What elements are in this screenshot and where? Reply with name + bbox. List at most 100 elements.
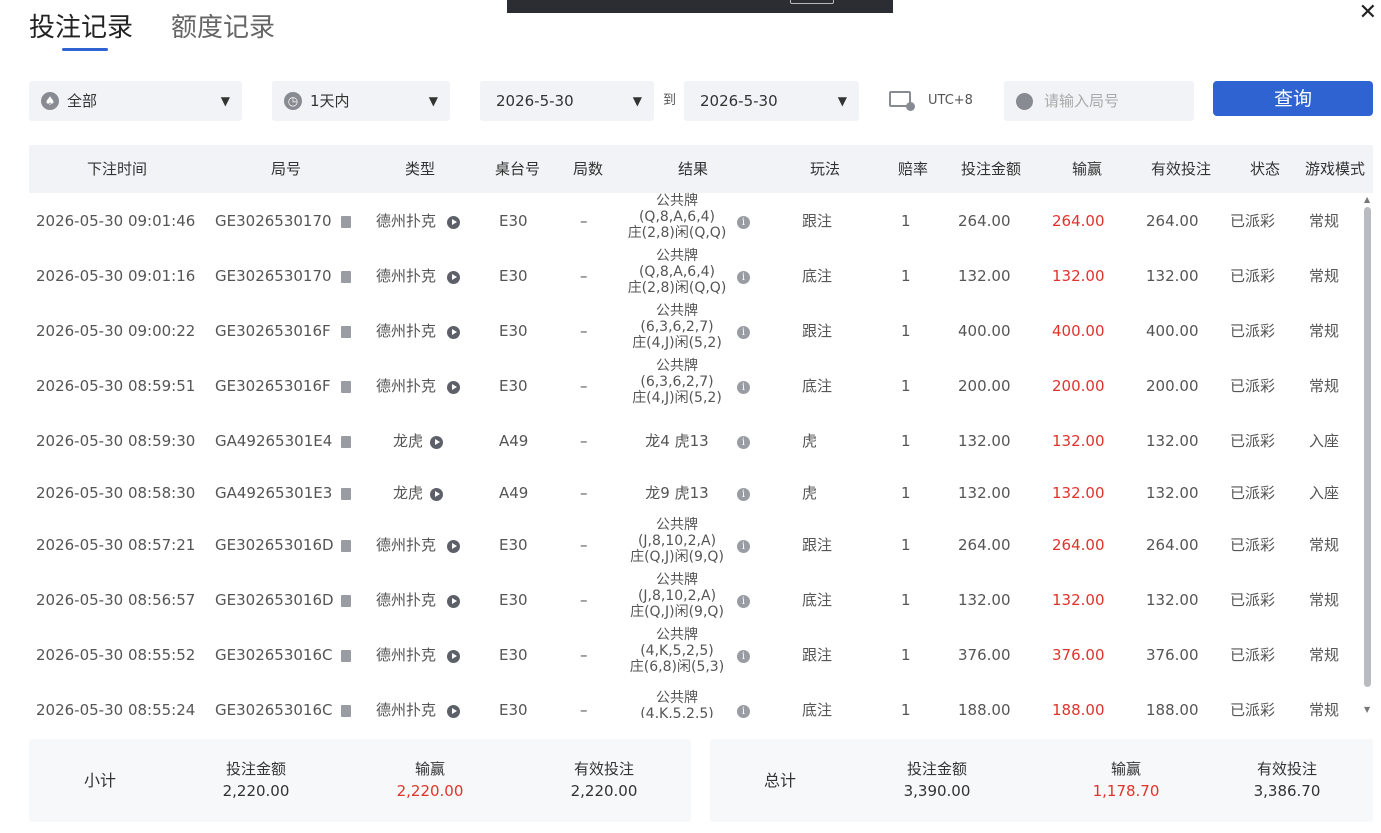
chevron-down-icon: ▼ xyxy=(632,94,642,108)
play-icon[interactable] xyxy=(430,435,443,449)
bet-time: 2026-05-30 08:58:30 xyxy=(36,483,196,502)
bet-time: 2026-05-30 09:00:22 xyxy=(36,321,196,340)
odds: 1 xyxy=(901,590,911,609)
time-range-select[interactable]: ◷ 1天内 ▼ xyxy=(272,81,450,121)
valid-bet: 264.00 xyxy=(1146,535,1199,554)
scroll-thumb[interactable] xyxy=(1364,207,1371,687)
scroll-up-icon[interactable]: ▲ xyxy=(1364,195,1370,204)
play-icon[interactable] xyxy=(447,649,460,663)
bet-status: 已派彩 xyxy=(1230,376,1276,395)
info-icon[interactable]: i xyxy=(737,435,750,449)
subtotal-win-value: 2,220.00 xyxy=(396,782,464,800)
game-type: 德州扑克 xyxy=(376,266,437,285)
round-count: – xyxy=(580,590,588,609)
info-icon[interactable]: i xyxy=(737,704,750,718)
date-from-select[interactable]: 2026-5-30 ▼ xyxy=(480,81,654,121)
copy-icon[interactable] xyxy=(341,594,351,607)
table-row: 2026-05-30 09:01:16 GE3026530170 德州扑克 E30– 公… xyxy=(29,248,1373,303)
copy-icon[interactable] xyxy=(341,215,351,228)
timezone-label: UTC+8 xyxy=(928,93,973,108)
win-loss: 376.00 xyxy=(1052,645,1105,664)
round-result-line: (6,3,6,2,7) xyxy=(640,318,714,335)
round-result-line: (J,8,10,2,A) xyxy=(637,587,717,604)
subtotal-valid-label: 有效投注 xyxy=(573,760,634,778)
play-icon[interactable] xyxy=(447,594,460,608)
col-status: 状态 xyxy=(1250,160,1281,178)
round-result-line: (Q,8,A,6,4) xyxy=(638,208,716,225)
round-number: GE302653016D xyxy=(215,590,334,609)
info-icon[interactable]: i xyxy=(737,380,750,394)
scroll-down-icon[interactable]: ▼ xyxy=(1364,705,1370,714)
copy-icon[interactable] xyxy=(341,380,351,393)
date-from-value: 2026-5-30 xyxy=(496,92,574,110)
copy-icon[interactable] xyxy=(341,487,351,500)
round-result: 龙9 虎13 xyxy=(645,483,709,502)
subtotal-bet-value: 2,220.00 xyxy=(222,782,290,800)
bet-amount: 376.00 xyxy=(958,645,1011,664)
round-number: GE3026530170 xyxy=(215,266,332,285)
date-to-value: 2026-5-30 xyxy=(700,92,778,110)
play-icon[interactable] xyxy=(447,539,460,553)
odds: 1 xyxy=(901,535,911,554)
game-mode: 常规 xyxy=(1309,700,1340,719)
play-icon[interactable] xyxy=(447,380,460,394)
round-result-line: 庄(4,J)闲(5,2) xyxy=(632,334,722,351)
query-button[interactable]: 查询 xyxy=(1213,81,1373,116)
copy-icon[interactable] xyxy=(341,325,351,338)
info-icon[interactable]: i xyxy=(737,649,750,663)
play-type: 底注 xyxy=(802,700,833,719)
play-type: 跟注 xyxy=(802,321,833,340)
win-loss: 264.00 xyxy=(1052,211,1105,230)
info-icon[interactable]: i xyxy=(737,215,750,229)
play-icon[interactable] xyxy=(430,487,443,501)
play-icon[interactable] xyxy=(447,704,460,718)
valid-bet: 132.00 xyxy=(1146,483,1199,502)
win-loss: 132.00 xyxy=(1052,590,1105,609)
round-number: GE302653016D xyxy=(215,535,334,554)
win-loss: 200.00 xyxy=(1052,376,1105,395)
copy-icon[interactable] xyxy=(341,649,351,662)
round-number: GA49265301E3 xyxy=(215,483,333,502)
odds: 1 xyxy=(901,376,911,395)
subtotal-valid-value: 2,220.00 xyxy=(570,782,638,800)
copy-icon[interactable] xyxy=(341,704,351,717)
table-scrollbar[interactable]: ▲ ▼ xyxy=(1364,195,1372,717)
play-type: 底注 xyxy=(802,590,833,609)
play-icon[interactable] xyxy=(447,215,460,229)
info-icon[interactable]: i xyxy=(737,487,750,501)
calendar-timezone-icon[interactable] xyxy=(889,91,915,111)
info-icon[interactable]: i xyxy=(737,270,750,284)
round-number-input[interactable] xyxy=(1044,81,1189,121)
bet-time: 2026-05-30 08:55:24 xyxy=(36,700,196,719)
bet-status: 已派彩 xyxy=(1230,321,1276,340)
tab-credit-records[interactable]: 额度记录 xyxy=(171,10,275,46)
date-to-select[interactable]: 2026-5-30 ▼ xyxy=(684,81,859,121)
round-result: 公共牌 (Q,8,A,6,4) 庄(2,8)闲(Q,Q) xyxy=(599,248,755,296)
play-icon[interactable] xyxy=(447,270,460,284)
copy-icon[interactable] xyxy=(341,539,351,552)
col-type: 类型 xyxy=(405,160,436,178)
copy-icon[interactable] xyxy=(341,435,351,448)
game-mode: 常规 xyxy=(1309,376,1340,395)
round-number: GA49265301E4 xyxy=(215,431,333,450)
info-icon[interactable]: i xyxy=(737,594,750,608)
table-number: E30 xyxy=(499,376,528,395)
table-row: 2026-05-30 08:59:51 GE302653016F 德州扑克 E30– 公… xyxy=(29,358,1373,413)
valid-bet: 264.00 xyxy=(1146,211,1199,230)
round-result-line: 公共牌 xyxy=(656,571,698,588)
round-result-line: 庄(Q,J)闲(9,Q) xyxy=(630,603,724,620)
total-panel: 总计 投注金额 3,390.00 输赢 1,178.70 有效投注 3,386.… xyxy=(710,739,1373,822)
info-icon[interactable]: i xyxy=(737,325,750,339)
game-type-select[interactable]: ♠ 全部 ▼ xyxy=(29,81,242,121)
top-overlay-button[interactable] xyxy=(790,0,834,4)
total-valid-label: 有效投注 xyxy=(1256,760,1317,778)
close-icon[interactable]: ✕ xyxy=(1359,0,1377,26)
table-row: 2026-05-30 09:01:46 GE3026530170 德州扑克 E30– 公… xyxy=(29,193,1373,248)
tab-bet-records[interactable]: 投注记录 xyxy=(29,10,133,46)
info-icon[interactable]: i xyxy=(737,539,750,553)
copy-icon[interactable] xyxy=(341,270,351,283)
col-bet-amount: 投注金额 xyxy=(961,160,1022,178)
play-icon[interactable] xyxy=(447,325,460,339)
col-game-mode: 游戏模式 xyxy=(1305,160,1366,178)
round-count: – xyxy=(580,321,588,340)
